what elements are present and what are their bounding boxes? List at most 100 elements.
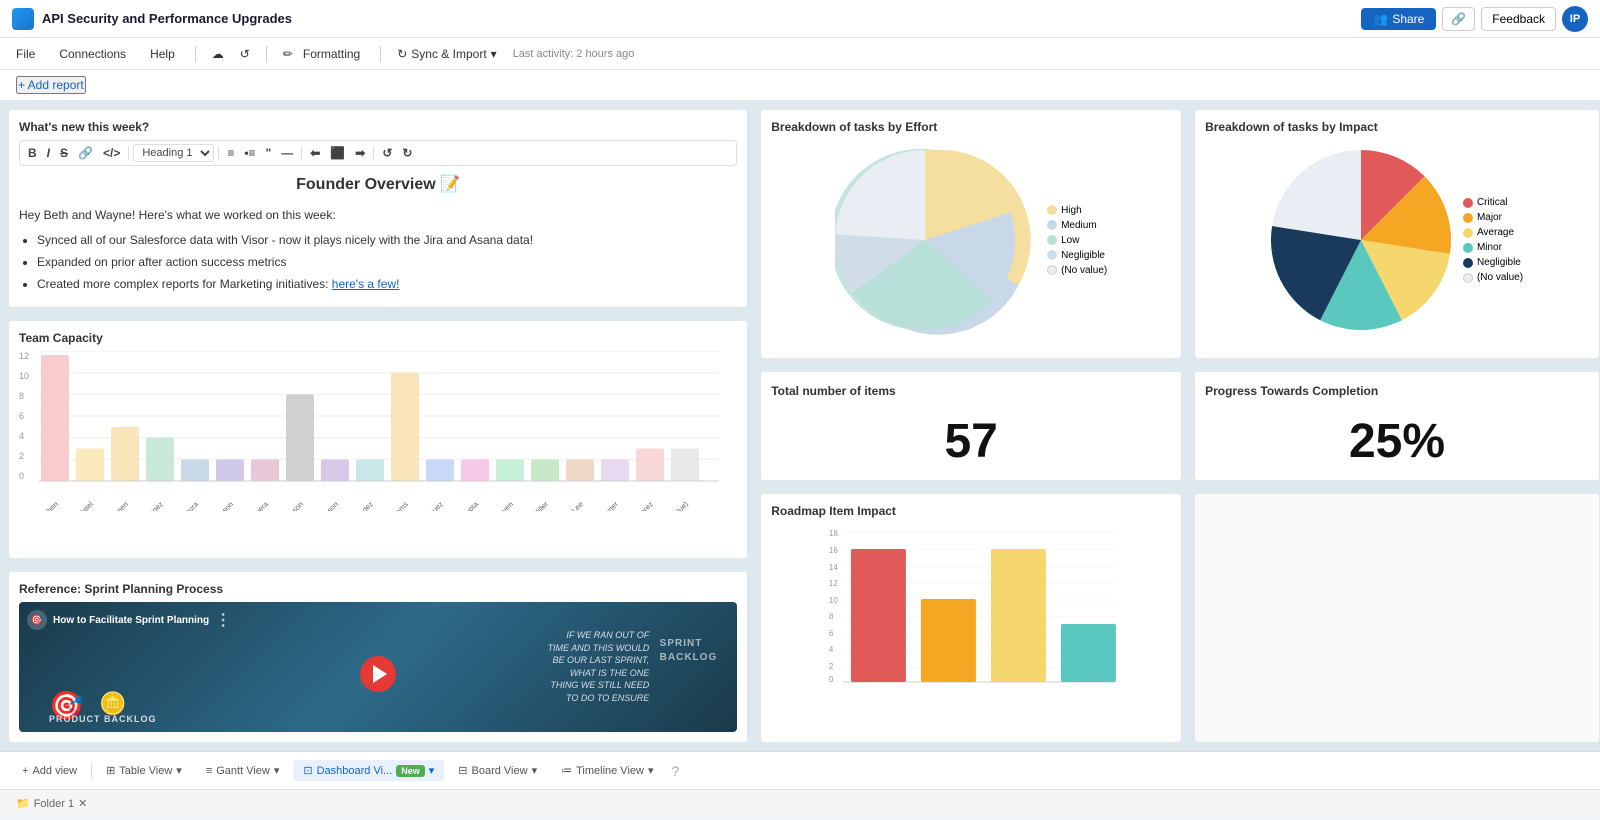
- folder-label: Folder 1: [34, 798, 74, 810]
- formatting-icon: ✏: [283, 47, 293, 61]
- svg-text:Carlos Rivera: Carlos Rivera: [231, 499, 270, 511]
- video-thumbnail[interactable]: 🎯 How to Facilitate Sprint Planning ⋮ Sp…: [19, 602, 737, 732]
- panel-totalitems: Total number of items 57: [760, 371, 1182, 481]
- table-view-tab[interactable]: ⊞ Table View ▾: [96, 760, 192, 781]
- unordered-list-button[interactable]: •≡: [240, 144, 259, 162]
- gantt-dropdown-icon: ▾: [274, 764, 280, 777]
- bottom-tab-bar: + Add view ⊞ Table View ▾ ≡ Gantt View ▾…: [0, 751, 1600, 789]
- strikethrough-button[interactable]: S: [56, 144, 72, 162]
- bold-button[interactable]: B: [24, 144, 41, 162]
- ordered-list-button[interactable]: ≡: [223, 144, 238, 162]
- content-area: What's new this week? B I S 🔗 </> Headin…: [0, 101, 1600, 751]
- timeline-icon: ≔: [561, 764, 572, 777]
- progress-value: 25%: [1349, 414, 1445, 469]
- menubar: File Connections Help ☁ ↺ ✏ Formatting ↻…: [0, 38, 1600, 70]
- marketing-link[interactable]: here's a few!: [332, 277, 400, 291]
- legend-high: High: [1047, 205, 1107, 216]
- board-dropdown-icon: ▾: [532, 764, 538, 777]
- list-item-1: Synced all of our Salesforce data with V…: [37, 231, 737, 250]
- heading-select[interactable]: Heading 1 Heading 2 Normal: [133, 144, 214, 162]
- link-button[interactable]: 🔗: [1442, 7, 1475, 31]
- menu-divider-3: [380, 46, 381, 62]
- middle-column: Breakdown of tasks by Effort: [756, 105, 1186, 747]
- avatar: IP: [1562, 6, 1588, 32]
- help-icon[interactable]: ?: [671, 763, 679, 779]
- code-button[interactable]: </>: [99, 144, 124, 162]
- svg-text:(No Value): (No Value): [659, 500, 691, 512]
- svg-text:4: 4: [829, 645, 834, 654]
- align-left-button[interactable]: ⬅: [306, 144, 324, 162]
- panel-whatsnew: What's new this week? B I S 🔗 </> Headin…: [8, 109, 748, 308]
- impact-legend: Critical Major Average Minor: [1463, 197, 1523, 283]
- footer: 📁 Folder 1 ✕: [0, 789, 1600, 817]
- add-view-tab[interactable]: + Add view: [12, 761, 87, 781]
- legend-low: Low: [1047, 235, 1107, 246]
- video-overlay-text: IF WE RAN OUT OF TIME AND THIS WOULD BE …: [537, 621, 657, 713]
- italic-button[interactable]: I: [43, 144, 54, 162]
- legend-novalue: (No value): [1047, 265, 1107, 276]
- connections-menu[interactable]: Connections: [55, 43, 130, 65]
- svg-text:14: 14: [829, 563, 838, 572]
- table-dropdown-icon: ▾: [176, 764, 182, 777]
- tab-divider: [91, 763, 92, 779]
- svg-text:Jordan Patel: Jordan Patel: [59, 500, 95, 512]
- top-actions: 👥 Share 🔗 Feedback IP: [1361, 6, 1588, 32]
- left-column: What's new this week? B I S 🔗 </> Headin…: [4, 105, 752, 747]
- sync-icon: ↻: [397, 47, 407, 61]
- align-center-button[interactable]: ⬛: [326, 144, 349, 162]
- link-button[interactable]: 🔗: [74, 144, 97, 162]
- dashboard-view-tab[interactable]: ⊡ Dashboard Vi... New ▾: [293, 760, 444, 781]
- right-column: Breakdown of tasks by Impact: [1190, 105, 1600, 747]
- progress-title: Progress Towards Completion: [1205, 384, 1378, 398]
- gantt-view-tab[interactable]: ≡ Gantt View ▾: [196, 760, 290, 781]
- video-icon: 🎯: [27, 610, 47, 630]
- svg-text:Rahul Gupta: Rahul Gupta: [444, 499, 481, 511]
- impact-legend-major-dot: [1463, 213, 1473, 223]
- share-icon: 👥: [1373, 12, 1388, 26]
- effort-legend: High Medium Low Negligible: [1047, 205, 1107, 276]
- cloud-icon: ☁: [212, 47, 224, 61]
- svg-text:8: 8: [829, 612, 834, 621]
- help-menu[interactable]: Help: [146, 43, 179, 65]
- svg-text:Dylan Carter: Dylan Carter: [584, 500, 620, 512]
- folder-close-icon[interactable]: ✕: [78, 797, 87, 810]
- timeline-view-tab[interactable]: ≔ Timeline View ▾: [551, 760, 663, 781]
- align-right-button[interactable]: ➡: [351, 144, 369, 162]
- add-report-bar: + Add report: [0, 70, 1600, 101]
- impact-legend-novalue-dot: [1463, 273, 1473, 283]
- add-report-button[interactable]: + Add report: [16, 76, 86, 94]
- board-icon: ⊟: [458, 764, 467, 777]
- effort-pie: [835, 150, 1015, 330]
- sync-button[interactable]: ↻ Sync & Import ▾: [397, 47, 496, 61]
- quote-button[interactable]: ": [262, 144, 276, 162]
- svg-text:Luis Martinez: Luis Martinez: [127, 500, 165, 512]
- svg-text:6: 6: [829, 629, 834, 638]
- panel-teamcapacity: Team Capacity 0 2 4 6 8 10 12: [8, 320, 748, 559]
- totalitems-title: Total number of items: [771, 384, 895, 398]
- video-play-button[interactable]: [360, 656, 396, 692]
- impact-legend-negligible-dot: [1463, 258, 1473, 268]
- feedback-button[interactable]: Feedback: [1481, 7, 1556, 31]
- formatting-menu[interactable]: Formatting: [299, 43, 364, 65]
- refresh-icon: ↺: [240, 47, 250, 61]
- sprint-backlog-label: SprintBacklog: [660, 637, 718, 665]
- folder-icon: 📁: [16, 797, 30, 810]
- svg-text:Aiden Miller: Aiden Miller: [516, 500, 550, 512]
- redo-button[interactable]: ↻: [398, 144, 416, 162]
- board-view-tab[interactable]: ⊟ Board View ▾: [448, 760, 547, 781]
- add-view-icon: +: [22, 765, 28, 777]
- undo-button[interactable]: ↺: [378, 144, 396, 162]
- video-menu-icon[interactable]: ⋮: [215, 610, 235, 630]
- panel-impact: Breakdown of tasks by Impact: [1194, 109, 1600, 359]
- file-menu[interactable]: File: [12, 43, 39, 65]
- panel-progress: Progress Towards Completion 25%: [1194, 371, 1600, 481]
- formatting-group: ✏ Formatting: [283, 43, 364, 65]
- teamcapacity-title: Team Capacity: [19, 331, 737, 345]
- impact-legend-minor-dot: [1463, 243, 1473, 253]
- svg-text:Ethan Williams: Ethan Williams: [369, 500, 411, 512]
- topbar: API Security and Performance Upgrades 👥 …: [0, 0, 1600, 38]
- hr-button[interactable]: —: [277, 144, 297, 162]
- effort-title: Breakdown of tasks by Effort: [771, 120, 1171, 134]
- share-button[interactable]: 👥 Share: [1361, 8, 1436, 30]
- legend-dot-high: [1047, 205, 1057, 215]
